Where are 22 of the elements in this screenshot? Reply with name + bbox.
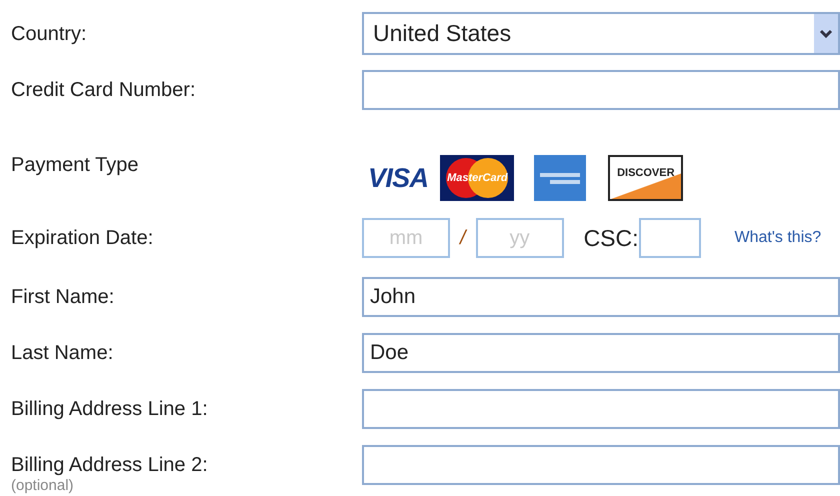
optional-note: (optional) [11, 477, 75, 495]
text-input-field[interactable] [362, 70, 840, 110]
field-label: Country: [11, 22, 88, 46]
field-label: Credit Card Number: [11, 78, 197, 102]
discover-logo: DISCOVER [608, 155, 684, 201]
visa-logo: VISA [368, 162, 428, 195]
text-input-field[interactable]: Doe [362, 333, 840, 373]
field-label: Last Name: [11, 341, 114, 365]
text-input-field[interactable]: John [362, 277, 840, 317]
field-label: Billing Address Line 2: [11, 453, 209, 477]
text-input-field[interactable] [362, 445, 840, 485]
csc-input-field[interactable] [638, 218, 701, 258]
field-label: Payment Type [11, 153, 140, 177]
date-separator: / [460, 226, 466, 251]
field-label: Expiration Date: [11, 226, 154, 250]
csc-label: CSC: [584, 224, 639, 253]
help-link[interactable]: What's this? [734, 226, 822, 250]
text-input-field[interactable] [362, 389, 840, 429]
field-label: First Name: [11, 285, 116, 309]
field-label: Billing Address Line 1: [11, 397, 209, 421]
amex-logo [534, 155, 586, 201]
country-dropdown[interactable]: United States [362, 12, 840, 55]
